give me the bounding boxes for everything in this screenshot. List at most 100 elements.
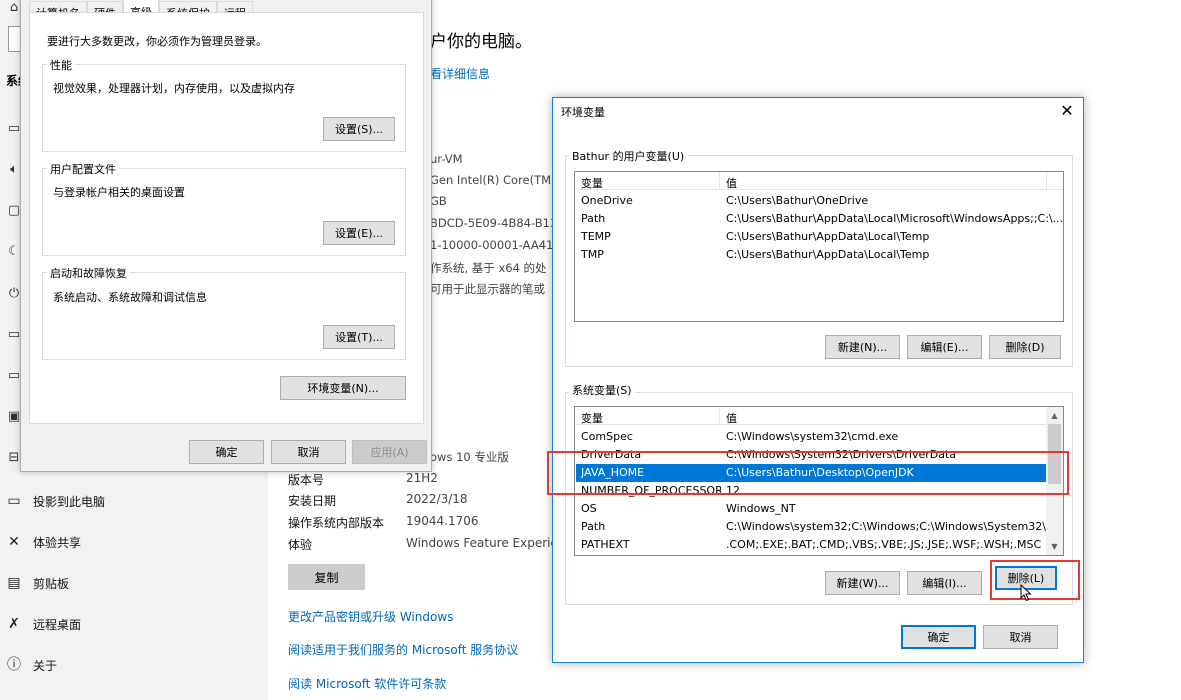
variable-name: TEMP: [581, 230, 611, 243]
processor-value: Gen Intel(R) Core(TM) i: [430, 173, 563, 187]
list-header: 变量 值: [575, 407, 1063, 425]
system-type-value: 作系统, 基于 x64 的处: [430, 261, 547, 275]
ram-value: GB: [430, 194, 447, 208]
table-row[interactable]: TMP C:\Users\Bathur\AppData\Local\Temp: [576, 246, 1046, 264]
clipboard-icon: ▤: [7, 575, 21, 591]
table-row[interactable]: OneDrive C:\Users\Bathur\OneDrive: [576, 192, 1046, 210]
upgrade-windows-link[interactable]: 更改产品密钥或升级 Windows: [288, 608, 453, 625]
variable-value: C:\Users\Bathur\OneDrive: [726, 194, 869, 207]
advanced-tab-panel: 要进行大多数更改，你必须作为管理员登录。 性能 视觉效果，处理器计划，内存使用，…: [29, 12, 424, 424]
page-heading-fragment: 户你的电脑。: [430, 32, 532, 52]
remote-desktop-icon: ✗: [8, 616, 20, 632]
variable-value: C:\Users\Bathur\AppData\Local\Microsoft\…: [726, 212, 1064, 225]
spec-label: 版本号: [288, 473, 325, 487]
ok-button[interactable]: 确定: [901, 625, 976, 649]
group-description: 系统启动、系统故障和调试信息: [53, 291, 207, 304]
sidebar-item-project[interactable]: ▭ 投影到此电脑: [0, 485, 268, 517]
startup-settings-button[interactable]: 设置(T)...: [323, 325, 395, 349]
system-properties-dialog: 计算机名 硬件 高级 系统保护 远程 要进行大多数更改，你必须作为管理员登录。 …: [20, 0, 432, 472]
user-variables-list[interactable]: 变量 值 OneDrive C:\Users\Bathur\OneDrive P…: [574, 171, 1064, 322]
profile-settings-button[interactable]: 设置(E)...: [323, 221, 395, 245]
apply-button[interactable]: 应用(A): [352, 440, 427, 464]
copy-button[interactable]: 复制: [288, 564, 365, 590]
column-header-variable[interactable]: 变量: [581, 410, 603, 426]
variable-value: C:\Windows\system32\cmd.exe: [726, 430, 899, 443]
column-separator[interactable]: [719, 172, 720, 190]
variable-name: OS: [581, 502, 597, 515]
project-icon: ▭: [7, 493, 21, 509]
performance-settings-button[interactable]: 设置(S)...: [323, 117, 395, 141]
group-description: 与登录帐户相关的桌面设置: [53, 186, 185, 199]
table-row[interactable]: PATHEXT .COM;.EXE;.BAT;.CMD;.VBS;.VBE;.J…: [576, 536, 1046, 554]
group-title: 系统变量(S): [569, 382, 635, 398]
variable-value: Windows_NT: [726, 502, 796, 515]
table-row[interactable]: ComSpec C:\Windows\system32\cmd.exe: [576, 428, 1046, 446]
sidebar-item-clipboard[interactable]: ▤ 剪贴板: [0, 567, 268, 599]
table-row[interactable]: Path C:\Windows\system32;C:\Windows;C:\W…: [576, 518, 1063, 536]
cancel-button[interactable]: 取消: [983, 625, 1058, 649]
spec-label: 安装日期: [288, 494, 337, 508]
table-row[interactable]: TEMP C:\Users\Bathur\AppData\Local\Temp: [576, 228, 1046, 246]
table-row[interactable]: OS Windows_NT: [576, 500, 1046, 518]
service-agreement-link[interactable]: 阅读适用于我们服务的 Microsoft 服务协议: [288, 641, 518, 658]
sidebar-item-label: 远程桌面: [33, 617, 82, 632]
spec-label: 体验: [288, 538, 313, 552]
variable-name: Path: [581, 520, 606, 533]
user-new-button[interactable]: 新建(N)...: [825, 335, 900, 359]
annotation-box-java-home: [547, 451, 1069, 495]
cancel-button[interactable]: 取消: [271, 440, 346, 464]
product-id-value: 1-10000-00001-AA410: [430, 238, 561, 252]
sidebar-item-remote-desktop[interactable]: ✗ 远程桌面: [0, 608, 268, 640]
variable-value: C:\Users\Bathur\AppData\Local\Temp: [726, 230, 930, 243]
close-icon[interactable]: ✕: [1057, 101, 1077, 121]
spec-value: Windows Feature Experienc: [406, 536, 573, 550]
column-header-value[interactable]: 值: [726, 410, 737, 426]
title-bar[interactable]: 环境变量 ✕: [553, 98, 1083, 124]
environment-variables-button[interactable]: 环境变量(N)...: [280, 376, 406, 400]
variable-name: ComSpec: [581, 430, 633, 443]
group-title: 启动和故障恢复: [47, 265, 130, 281]
column-header-value[interactable]: 值: [726, 175, 737, 191]
edition-value: ows 10 专业版: [430, 450, 509, 464]
sidebar-item-label: 体验共享: [33, 535, 82, 550]
column-header-variable[interactable]: 变量: [581, 175, 603, 191]
variable-value: .COM;.EXE;.BAT;.CMD;.VBS;.VBE;.JS;.JSE;.…: [726, 538, 1042, 551]
spec-value: 2022/3/18: [406, 492, 468, 506]
info-icon: ⓘ: [7, 657, 21, 673]
spec-value: 21H2: [406, 471, 438, 485]
table-row[interactable]: Path C:\Users\Bathur\AppData\Local\Micro…: [576, 210, 1063, 228]
scroll-down-icon[interactable]: ▼: [1046, 538, 1063, 555]
variable-name: Path: [581, 212, 606, 225]
list-header: 变量 值: [575, 172, 1063, 190]
spec-value: 19044.1706: [406, 514, 479, 528]
sidebar-item-share[interactable]: ✕ 体验共享: [0, 526, 268, 558]
group-title: 性能: [47, 57, 75, 73]
sidebar-item-label: 投影到此电脑: [33, 494, 106, 509]
system-edit-button[interactable]: 编辑(I)...: [907, 571, 982, 595]
group-title: Bathur 的用户变量(U): [569, 148, 688, 164]
column-separator[interactable]: [1046, 172, 1047, 190]
scroll-up-icon[interactable]: ▲: [1046, 407, 1063, 424]
spec-label: 操作系统内部版本: [288, 516, 385, 530]
ok-button[interactable]: 确定: [189, 440, 264, 464]
sidebar-item-label: 剪贴板: [33, 576, 70, 591]
variable-name: TMP: [581, 248, 604, 261]
details-link[interactable]: 看详细信息: [430, 65, 490, 82]
share-icon: ✕: [8, 534, 20, 550]
sidebar-item-about[interactable]: ⓘ 关于: [0, 649, 268, 681]
variable-name: OneDrive: [581, 194, 633, 207]
admin-note: 要进行大多数更改，你必须作为管理员登录。: [47, 35, 267, 48]
user-edit-button[interactable]: 编辑(E)...: [907, 335, 982, 359]
group-title: 用户配置文件: [47, 161, 119, 177]
column-separator[interactable]: [719, 407, 720, 425]
variable-value: C:\Windows\system32;C:\Windows;C:\Window…: [726, 520, 1064, 533]
variable-name: PATHEXT: [581, 538, 630, 551]
dialog-title: 环境变量: [561, 106, 605, 119]
user-delete-button[interactable]: 删除(D): [989, 335, 1061, 359]
group-description: 视觉效果，处理器计划，内存使用，以及虚拟内存: [53, 82, 295, 95]
sidebar-item-label: 关于: [33, 658, 58, 673]
system-new-button[interactable]: 新建(W)...: [825, 571, 900, 595]
pen-touch-value: 可用于此显示器的笔或: [430, 282, 545, 296]
license-terms-link[interactable]: 阅读 Microsoft 软件许可条款: [288, 675, 446, 692]
variable-value: C:\Users\Bathur\AppData\Local\Temp: [726, 248, 930, 261]
